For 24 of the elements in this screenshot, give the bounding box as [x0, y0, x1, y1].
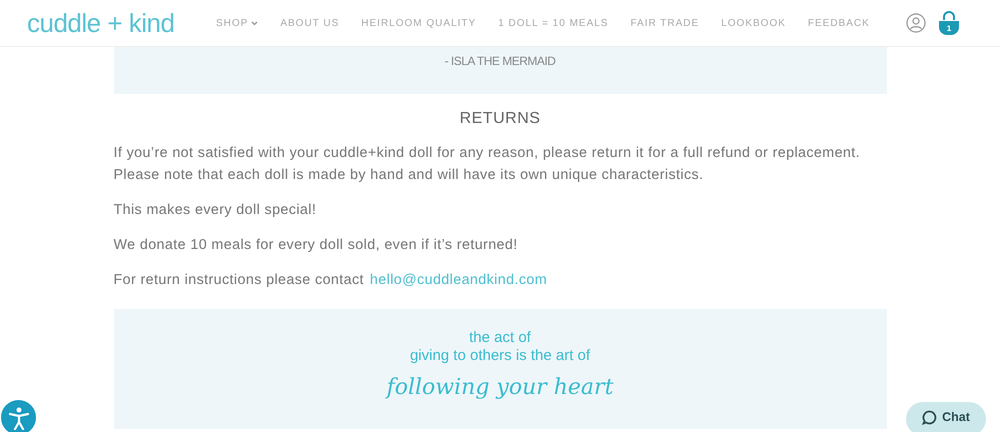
paragraph: For return instructions please contact hello@cuddleandkind.com — [114, 271, 548, 290]
email-link[interactable]: hello@cuddleandkind.com — [370, 272, 548, 288]
paragraph: We donate 10 meals for every doll sold, even if it’s returned! — [114, 236, 519, 255]
script-text: following your heart — [386, 375, 614, 400]
nav-link[interactable]: FAIR TRADE — [630, 18, 700, 28]
paragraph: If you’re not satisfied with your cuddle+kind doll for any reason, please return it for a full refund or replacement. Please note that each doll is made by hand and will have its own unique characteristics. — [114, 144, 862, 185]
account-icon[interactable] — [906, 13, 926, 33]
banner-text: giving to others is the art of — [410, 347, 590, 365]
nav-link[interactable]: ABOUT US — [280, 18, 340, 28]
chat-button[interactable]: Chat — [906, 402, 986, 432]
paragraph: This makes every doll special! — [114, 201, 318, 220]
nav-link[interactable]: FEEDBACK — [808, 18, 870, 28]
nav-link[interactable]: 1 DOLL = 10 MEALS — [498, 18, 608, 28]
quote-attribution: - ISLA THE MERMAID — [444, 54, 556, 68]
nav-link[interactable]: SHOP — [216, 18, 258, 28]
nav-link[interactable]: LOOKBOOK — [721, 18, 786, 28]
section-title: RETURNS — [458, 110, 542, 128]
nav-link[interactable]: HEIRLOOM QUALITY — [361, 18, 476, 28]
logo[interactable]: cuddle + kind — [27, 8, 216, 38]
person-icon — [8, 406, 30, 430]
accessibility-button[interactable] — [1, 400, 36, 432]
banner-text: the act of — [469, 329, 531, 347]
chevron-icon — [251, 20, 258, 26]
speech-bubble-icon — [922, 410, 938, 424]
